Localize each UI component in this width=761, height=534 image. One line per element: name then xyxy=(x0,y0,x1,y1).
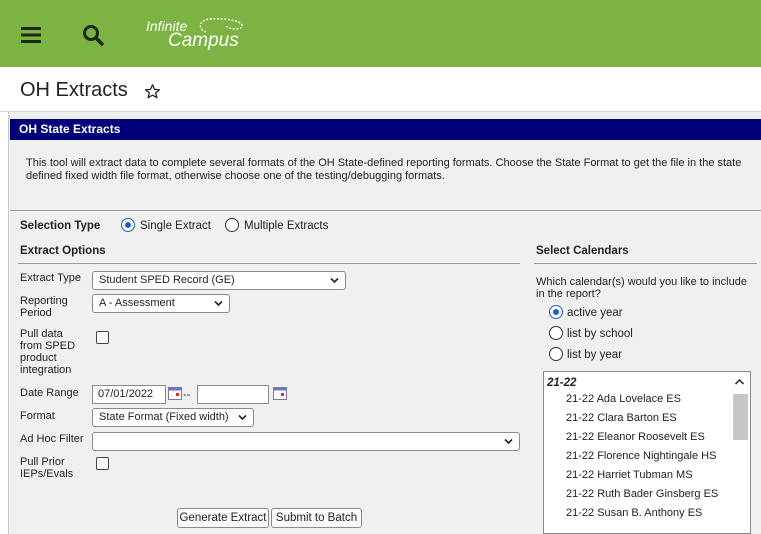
menu-icon xyxy=(21,27,41,43)
submit-to-batch-button[interactable]: Submit to Batch xyxy=(271,508,362,528)
top-bar: Infinite Campus xyxy=(0,0,761,67)
list-item[interactable]: 21-22 Clara Barton ES xyxy=(566,412,677,424)
format-select[interactable]: State Format (Fixed width) xyxy=(92,408,254,427)
active-year-label[interactable]: active year xyxy=(567,307,623,319)
list-item[interactable]: 21-22 Harriet Tubman MS xyxy=(566,469,693,481)
extract-type-label: Extract Type xyxy=(20,272,81,284)
ad-hoc-filter-label: Ad Hoc Filter xyxy=(20,433,84,445)
list-by-school-label[interactable]: list by school xyxy=(567,328,633,340)
selection-type-label: Selection Type xyxy=(20,220,101,232)
list-by-year-label[interactable]: list by year xyxy=(567,349,622,361)
search-icon xyxy=(83,25,104,46)
list-item[interactable]: 21-22 Florence Nightingale HS xyxy=(566,450,716,462)
list-by-school-radio[interactable] xyxy=(549,326,563,340)
chevron-down-icon xyxy=(214,300,223,307)
start-date-input[interactable]: 07/01/2022 xyxy=(92,385,166,404)
list-item[interactable]: 21-22 Eleanor Roosevelt ES xyxy=(566,431,705,443)
extract-options-heading: Extract Options xyxy=(20,245,106,257)
generate-extract-button[interactable]: Generate Extract xyxy=(177,508,269,528)
pull-sped-label: Pull data from SPED product integration xyxy=(20,328,76,376)
format-label: Format xyxy=(20,410,55,422)
panel-header: OH State Extracts xyxy=(10,119,761,140)
reporting-period-label: Reporting Period xyxy=(20,295,68,319)
date-range-separator: -- xyxy=(183,389,191,401)
scrollbar-thumb[interactable] xyxy=(733,394,748,440)
list-item[interactable]: 21-22 Susan B. Anthony ES xyxy=(566,507,702,519)
pull-sped-checkbox[interactable] xyxy=(96,331,109,344)
single-extract-label[interactable]: Single Extract xyxy=(140,220,211,232)
calendar-question: Which calendar(s) would you like to incl… xyxy=(536,276,747,300)
logo-swirl-icon xyxy=(199,18,243,33)
single-extract-radio[interactable] xyxy=(121,218,135,232)
chevron-down-icon xyxy=(330,277,339,284)
pull-prior-label: Pull Prior IEPs/Evals xyxy=(20,456,74,480)
date-range-label: Date Range xyxy=(20,387,79,399)
list-item[interactable]: 21-22 Ada Lovelace ES xyxy=(566,393,681,405)
search-button[interactable] xyxy=(68,10,118,60)
reporting-period-select[interactable]: A - Assessment xyxy=(92,294,230,313)
panel-description: This tool will extract data to complete … xyxy=(26,157,742,182)
calendar-listbox[interactable]: 21-22 21-22 Ada Lovelace ES 21-22 Clara … xyxy=(543,371,751,534)
infinite-campus-logo: Infinite Campus xyxy=(140,16,260,56)
pull-prior-checkbox[interactable] xyxy=(96,457,109,470)
chevron-down-icon xyxy=(504,438,513,445)
list-by-year-radio[interactable] xyxy=(549,347,563,361)
calendar-icon[interactable] xyxy=(168,387,182,400)
star-icon[interactable] xyxy=(144,83,161,100)
page-title: OH Extracts xyxy=(20,79,128,101)
calendar-group-label: 21-22 xyxy=(547,377,577,389)
end-date-input[interactable] xyxy=(197,385,269,404)
multiple-extracts-label[interactable]: Multiple Extracts xyxy=(244,220,328,232)
chevron-down-icon xyxy=(238,414,247,421)
ad-hoc-filter-select[interactable] xyxy=(92,432,520,451)
select-calendars-divider xyxy=(534,263,757,264)
list-item[interactable]: 21-22 Ruth Bader Ginsberg ES xyxy=(566,488,718,500)
select-calendars-heading: Select Calendars xyxy=(536,245,629,257)
active-year-radio[interactable] xyxy=(549,305,563,319)
menu-button[interactable] xyxy=(6,10,56,60)
title-bar: OH Extracts xyxy=(0,67,761,112)
extract-type-select[interactable]: Student SPED Record (GE) xyxy=(92,271,346,290)
divider xyxy=(10,210,761,211)
calendar-icon[interactable] xyxy=(273,387,287,400)
scroll-up-icon[interactable] xyxy=(734,378,745,386)
multiple-extracts-radio[interactable] xyxy=(225,218,239,232)
extract-options-divider xyxy=(18,263,520,264)
